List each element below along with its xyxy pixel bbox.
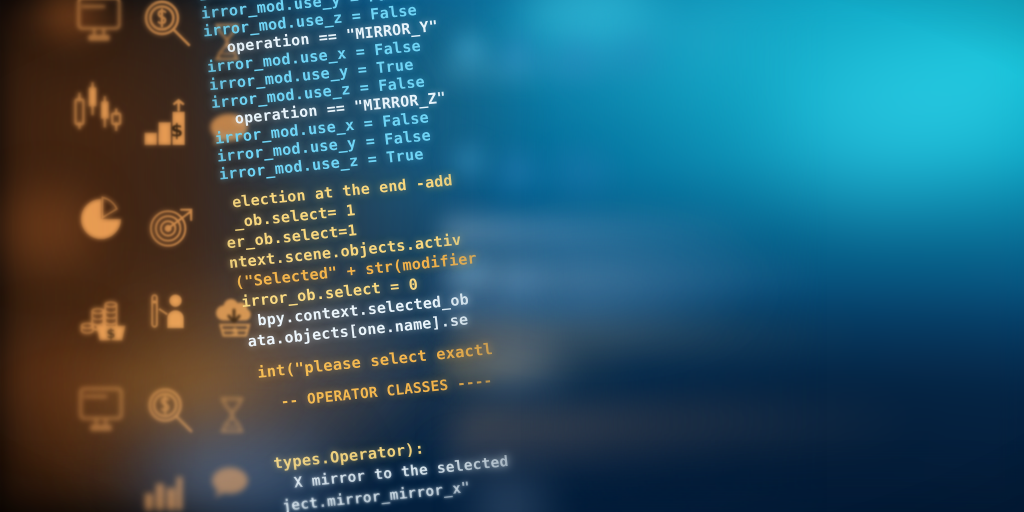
vignette [0,0,1024,512]
screenshot-canvas: $ $ $ [0,0,1024,512]
